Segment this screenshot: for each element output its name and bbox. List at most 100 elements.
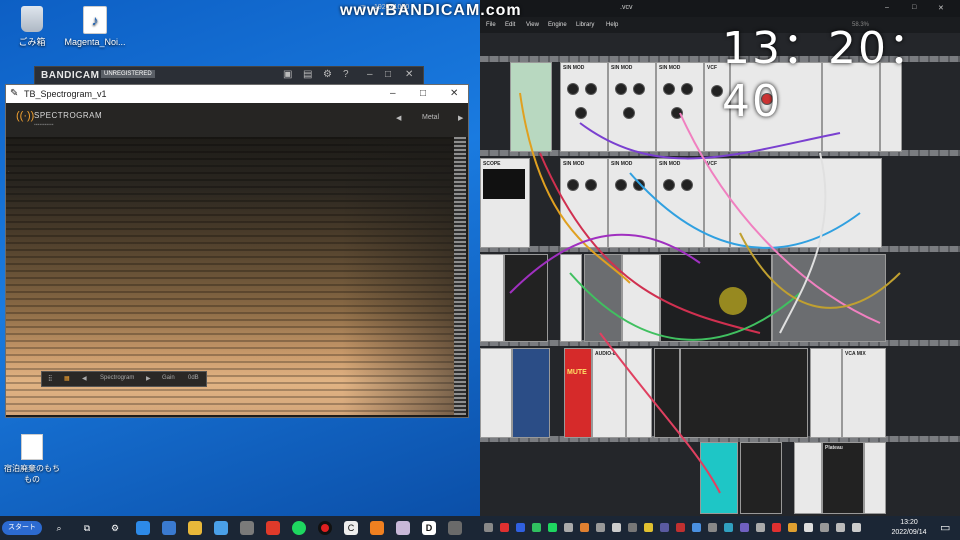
app-icon[interactable]: D — [422, 521, 436, 535]
minimize-icon[interactable]: – — [390, 88, 396, 99]
mode-prev-icon[interactable]: ◀ — [82, 375, 87, 382]
menu-help[interactable]: Help — [606, 22, 618, 28]
rack-module[interactable]: SIN MOD — [608, 62, 656, 152]
tray-icon[interactable] — [596, 523, 605, 532]
rack-module[interactable] — [700, 442, 738, 514]
rack-module[interactable]: SIN MOD — [560, 158, 608, 248]
tray-icon[interactable] — [644, 523, 653, 532]
rack-module[interactable] — [622, 254, 660, 342]
tray-icon[interactable] — [484, 523, 493, 532]
restore-icon[interactable]: □ — [385, 69, 391, 80]
knob[interactable] — [681, 83, 693, 95]
tray-icon[interactable] — [676, 523, 685, 532]
app-icon[interactable] — [448, 521, 462, 535]
tray-icon[interactable] — [580, 523, 589, 532]
tray-icon[interactable] — [532, 523, 541, 532]
knob[interactable] — [615, 179, 627, 191]
tray-icon[interactable] — [612, 523, 621, 532]
preset-prev-icon[interactable]: ◀ — [396, 114, 401, 122]
knob[interactable] — [615, 83, 627, 95]
knob[interactable] — [681, 179, 693, 191]
menu-engine[interactable]: Engine — [548, 22, 567, 28]
taskbar-clock[interactable]: 13:20 2022/09/14 — [880, 518, 938, 538]
tray-icon[interactable] — [724, 523, 733, 532]
rack-module[interactable] — [510, 62, 552, 152]
rack-module[interactable] — [560, 254, 582, 342]
knob[interactable] — [663, 83, 675, 95]
app-icon[interactable]: C — [344, 521, 358, 535]
recycle-bin-icon[interactable]: ごみ箱 — [0, 6, 67, 48]
close-icon[interactable]: ✕ — [450, 88, 458, 99]
minimize-icon[interactable]: – — [367, 69, 373, 80]
ime-icon[interactable] — [852, 523, 861, 532]
tray-icon[interactable] — [628, 523, 637, 532]
vca-mix-module[interactable]: VCA MIX — [842, 348, 886, 438]
rack-module[interactable] — [740, 442, 782, 514]
bluetooth-icon[interactable] — [516, 523, 525, 532]
tray-icon[interactable] — [548, 523, 557, 532]
bandicam-window-bar[interactable]: BANDICAM UNREGISTERED ▣ ▤ ⚙ ? – □ ✕ — [34, 66, 424, 86]
tray-icon[interactable] — [772, 523, 781, 532]
close-icon[interactable]: ✕ — [405, 69, 413, 80]
settings-icon[interactable]: ⚙ — [108, 521, 122, 535]
tray-icon[interactable] — [804, 523, 813, 532]
tray-icon[interactable] — [756, 523, 765, 532]
rack-module[interactable] — [654, 348, 680, 438]
rack-module[interactable] — [504, 254, 548, 342]
app-icon[interactable] — [214, 521, 228, 535]
record-icon[interactable] — [318, 521, 332, 535]
grip-icon[interactable]: ⣿ — [48, 375, 52, 382]
mixer-module[interactable] — [680, 348, 808, 438]
task-view-icon[interactable]: ⧉ — [80, 521, 94, 535]
app-icon[interactable] — [162, 521, 176, 535]
knob[interactable] — [585, 179, 597, 191]
knob[interactable] — [623, 107, 635, 119]
knob[interactable] — [567, 83, 579, 95]
knob[interactable] — [575, 107, 587, 119]
rack-module[interactable]: SIN MOD — [560, 62, 608, 152]
rack-module[interactable] — [480, 254, 504, 342]
close-icon[interactable]: ✕ — [938, 4, 944, 12]
folder-icon[interactable]: ▤ — [303, 69, 312, 80]
menu-edit[interactable]: Edit — [505, 22, 515, 28]
minimize-icon[interactable]: – — [885, 4, 889, 11]
knob[interactable] — [663, 179, 675, 191]
search-icon[interactable]: ⌕ — [52, 521, 66, 535]
maximize-icon[interactable]: □ — [912, 4, 916, 11]
gain-value[interactable]: 0dB — [188, 375, 199, 381]
knob[interactable] — [585, 83, 597, 95]
rack-module[interactable] — [480, 348, 512, 438]
spotify-icon[interactable] — [292, 521, 306, 535]
wav-file-icon[interactable]: ♪ Magenta_Noi... — [60, 6, 130, 47]
lock-icon[interactable]: ▣ — [283, 69, 292, 80]
rack-module[interactable]: SIN MOD — [656, 62, 704, 152]
folder-icon[interactable] — [188, 521, 202, 535]
grid-icon[interactable]: ▦ — [64, 375, 70, 382]
settings-icon[interactable]: ⚙ — [323, 69, 332, 80]
volume-icon[interactable] — [836, 523, 845, 532]
knob[interactable] — [633, 179, 645, 191]
app-icon[interactable] — [136, 521, 150, 535]
rack-module[interactable] — [864, 442, 886, 514]
tray-icon[interactable] — [500, 523, 509, 532]
menu-file[interactable]: File — [486, 22, 496, 28]
plateau-module[interactable]: Plateau — [822, 442, 864, 514]
tray-icon[interactable] — [564, 523, 573, 532]
menu-library[interactable]: Library — [576, 22, 594, 28]
network-icon[interactable] — [820, 523, 829, 532]
tray-icon[interactable] — [660, 523, 669, 532]
tray-icon[interactable] — [692, 523, 701, 532]
notification-icon[interactable]: ▭ — [940, 521, 950, 534]
audio-module[interactable]: AUDIO-8 — [592, 348, 626, 438]
menu-view[interactable]: View — [526, 22, 539, 28]
rack-module[interactable] — [772, 254, 886, 342]
scope-module[interactable]: SCOPE — [480, 158, 530, 248]
help-icon[interactable]: ? — [343, 69, 349, 80]
knob[interactable] — [633, 83, 645, 95]
rack-module[interactable] — [512, 348, 550, 438]
discord-icon[interactable] — [740, 523, 749, 532]
carrot-icon[interactable] — [370, 521, 384, 535]
rack-module[interactable]: SIN MOD — [656, 158, 704, 248]
rack-module[interactable] — [584, 254, 622, 342]
knob[interactable] — [671, 107, 683, 119]
